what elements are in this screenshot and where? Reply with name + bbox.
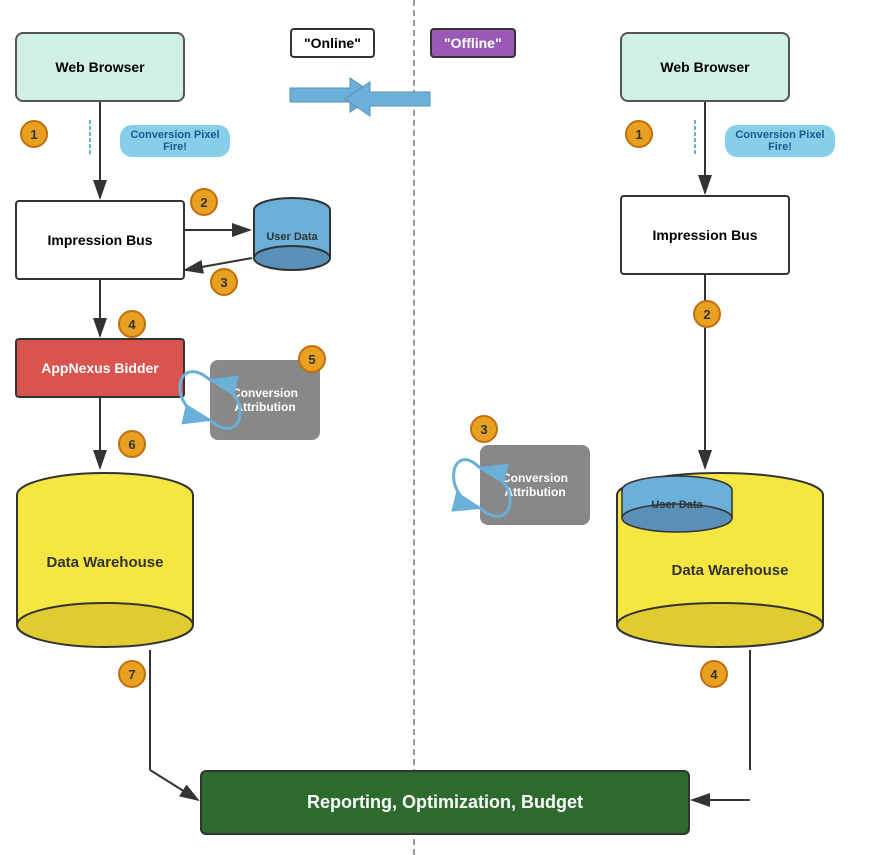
right-badge-2: 2 [693,300,721,328]
right-badge-4: 4 [700,660,728,688]
left-badge-1: 1 [20,120,48,148]
left-badge-3: 3 [210,268,238,296]
svg-text:User Data: User Data [266,231,318,243]
left-pixel-fire: Conversion Pixel Fire! [120,125,230,157]
right-web-browser: Web Browser [620,32,790,102]
left-conversion-attribution: Conversion Attribution [210,360,320,440]
left-user-data: User Data [252,195,332,275]
right-badge-3: 3 [470,415,498,443]
svg-text:User Data: User Data [651,499,703,511]
left-badge-5: 5 [298,345,326,373]
right-impression-bus: Impression Bus [620,195,790,275]
left-web-browser: Web Browser [15,32,185,102]
diagram: "Online" "Offline" Web Browser 1 Convers… [0,0,891,855]
left-badge-2: 2 [190,188,218,216]
appnexus-bidder: AppNexus Bidder [15,338,185,398]
right-pixel-fire: Conversion Pixel Fire! [725,125,835,157]
svg-text:Data Warehouse: Data Warehouse [672,562,789,579]
left-badge-7: 7 [118,660,146,688]
offline-label: "Offline" [430,28,516,58]
reporting-box: Reporting, Optimization, Budget [200,770,690,835]
online-offline-arrows [270,70,450,125]
svg-text:Data Warehouse: Data Warehouse [47,554,164,571]
left-data-warehouse: Data Warehouse [15,470,195,650]
right-badge-1: 1 [625,120,653,148]
right-data-warehouse: Data Warehouse User Data [615,470,825,650]
left-badge-4: 4 [118,310,146,338]
left-impression-bus: Impression Bus [15,200,185,280]
divider [413,0,415,855]
online-label: "Online" [290,28,375,58]
left-badge-6: 6 [118,430,146,458]
right-conversion-attribution: Conversion Attribution [480,445,590,525]
